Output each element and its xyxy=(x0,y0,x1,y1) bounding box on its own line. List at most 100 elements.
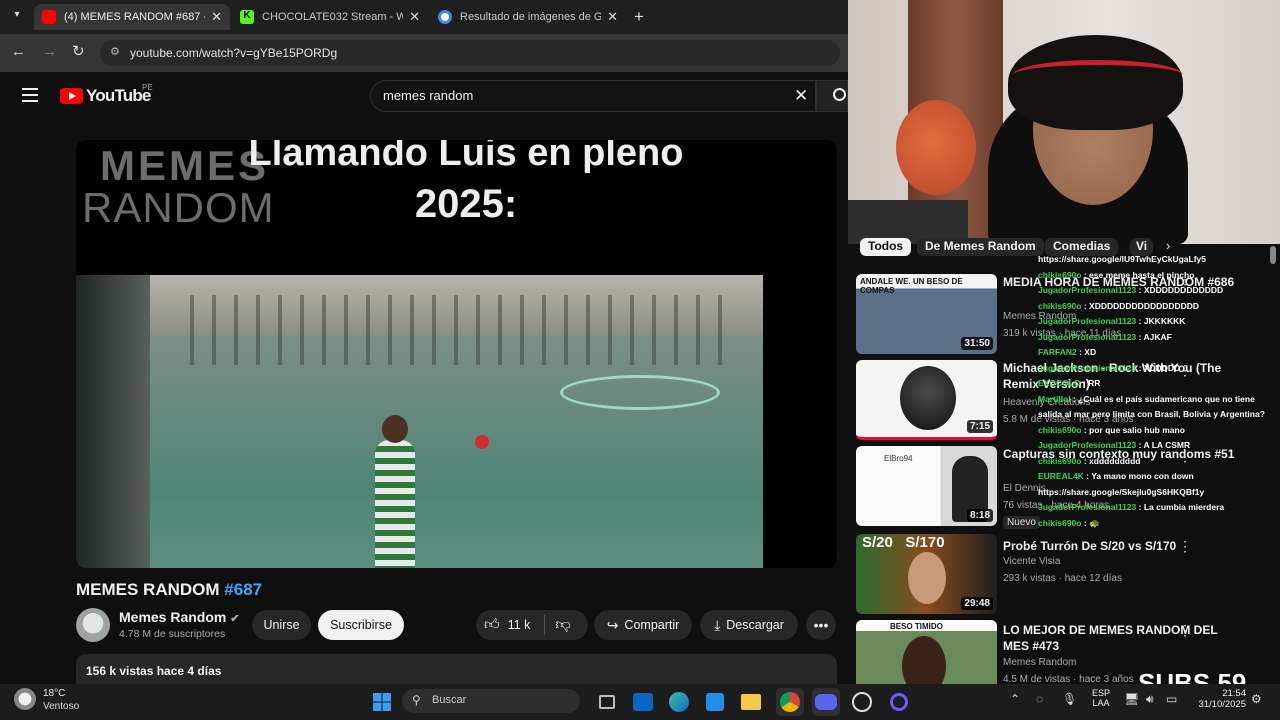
share-button[interactable]: ↪ Compartir xyxy=(594,610,692,640)
cortana-icon[interactable] xyxy=(885,688,913,716)
chat-message: chikis690o : xddddddddd xyxy=(1038,454,1274,470)
verified-check-icon: ✔ xyxy=(230,613,240,625)
related-thumbnail[interactable]: ElBro94 8:18 xyxy=(856,446,997,526)
tray-app-icon[interactable]: ◌ xyxy=(1036,692,1043,706)
reload-icon[interactable]: ↻ xyxy=(72,42,85,60)
video-title-hashtag[interactable]: #687 xyxy=(224,580,262,599)
related-thumbnail[interactable]: S/20 S/170 29:48 xyxy=(856,534,997,614)
chip-channel[interactable]: De Memes Random xyxy=(917,238,1044,256)
obs-icon[interactable] xyxy=(848,688,876,716)
join-button[interactable]: Unirse xyxy=(252,610,311,640)
browser-tab-kick[interactable]: K CHOCOLATE032 Stream - Watc ✕ xyxy=(232,4,428,30)
chat-text: : XDDDDDDDDDDDDDDDDD xyxy=(1081,300,1200,311)
chat-text: : por que salio hub mano xyxy=(1081,424,1185,435)
back-arrow-icon[interactable]: ← xyxy=(11,43,26,60)
youtube-logo-icon[interactable] xyxy=(60,88,83,104)
video-player[interactable]: MEMES RANDOM Llamando Luis en pleno 2025… xyxy=(76,140,837,568)
video-frame xyxy=(150,275,763,568)
store-icon[interactable] xyxy=(701,688,729,716)
like-icon[interactable]: 👍︎ xyxy=(484,616,500,634)
related-title[interactable]: LO MEJOR DE MEMES RANDOM DEL MES #473 xyxy=(1003,622,1243,654)
related-video-4[interactable]: S/20 S/170 29:48 Probé Turrón De S/20 vs… xyxy=(856,534,1276,614)
tab-list-chevron-icon[interactable]: ▾ xyxy=(8,9,26,25)
search-icon xyxy=(833,88,846,101)
address-bar[interactable]: ⚙ youtube.com/watch?v=gYBe15PORDg xyxy=(100,40,840,66)
chat-message: https://share.google/Skejlu0gS6HKQBf1y xyxy=(1038,485,1274,501)
new-tab-plus-icon[interactable]: + xyxy=(634,7,644,27)
chat-message: chikis690o : 🐢 xyxy=(1038,516,1274,532)
close-tab-icon[interactable]: ✕ xyxy=(211,9,222,25)
tray-chevron-icon[interactable]: ⌃ xyxy=(1010,692,1020,706)
notifications-icon[interactable]: ⚙ xyxy=(1251,692,1262,706)
discord-icon[interactable] xyxy=(812,688,840,716)
language-indicator[interactable]: ESP LAA xyxy=(1092,688,1110,708)
video-duration: 31:50 xyxy=(961,337,993,350)
chat-username: MartilloI xyxy=(1038,393,1071,404)
task-view-icon[interactable] xyxy=(593,688,621,716)
youtube-logo-text[interactable]: YouTube xyxy=(86,86,151,106)
related-title[interactable]: Probé Turrón De S/20 vs S/170 xyxy=(1003,538,1243,554)
description-box[interactable]: 156 k vistas hace 4 días xyxy=(76,654,837,684)
taskbar-search-label: Buscar xyxy=(432,694,467,706)
chat-text: : JKKKKKK xyxy=(1136,316,1186,326)
dislike-icon[interactable]: 👎︎ xyxy=(555,616,570,634)
channel-name[interactable]: Memes Random ✔ xyxy=(119,609,239,625)
channel-avatar[interactable] xyxy=(76,608,110,642)
taskbar-search[interactable]: ⚲ Buscar xyxy=(402,689,580,713)
close-tab-icon[interactable]: ✕ xyxy=(409,9,420,25)
edge-icon[interactable] xyxy=(665,688,693,716)
chrome-icon[interactable] xyxy=(776,688,804,716)
chips-next-chevron-icon[interactable]: › xyxy=(1166,238,1170,253)
site-info-icon[interactable]: ⚙ xyxy=(110,45,120,58)
related-thumbnail[interactable]: ANDALE WE. UN BESO DE COMPAS 31:50 xyxy=(856,274,997,354)
weather-icon[interactable] xyxy=(14,688,36,710)
outlook-icon[interactable] xyxy=(629,688,657,716)
network-icon[interactable]: 🖥︎ xyxy=(1124,692,1139,706)
related-channel[interactable]: Vicente Visia xyxy=(1003,556,1060,567)
chat-message: https://share.google/lU9TwhEyCkUgaLfy5 xyxy=(1038,252,1274,268)
browser-tab-youtube[interactable]: (4) MEMES RANDOM #687 - Yo ✕ xyxy=(34,4,230,30)
search-input[interactable]: memes random xyxy=(370,80,816,112)
file-explorer-icon[interactable] xyxy=(737,688,765,716)
subscribe-button[interactable]: Suscribirse xyxy=(318,610,404,640)
volume-icon[interactable]: 🔊︎ xyxy=(1146,692,1154,707)
chat-message: MartilloI : ¿Cuál es el país sudamerican… xyxy=(1038,392,1274,423)
chat-text: : La cumbia mierdera xyxy=(1136,502,1225,512)
battery-icon[interactable]: ▭ xyxy=(1166,692,1177,706)
search-button[interactable] xyxy=(816,80,848,112)
chat-message: JugadorProfesional1123 : XDDDDDDDDDDDD xyxy=(1038,283,1274,299)
chip-all[interactable]: Todos xyxy=(860,238,912,256)
language-code: ESP xyxy=(1092,688,1111,698)
close-tab-icon[interactable]: ✕ xyxy=(607,9,618,25)
related-channel[interactable]: Memes Random xyxy=(1003,657,1076,668)
more-options-icon[interactable]: ⋮ xyxy=(1178,622,1192,639)
start-windows-icon[interactable] xyxy=(368,688,396,716)
chat-text: : xddddddddd xyxy=(1081,455,1141,466)
related-meta: 293 k vistas · hace 12 días xyxy=(1003,573,1122,584)
microphone-icon[interactable]: 🎙︎ xyxy=(1062,692,1077,706)
webcam-overlay xyxy=(848,0,1280,244)
clock[interactable]: 21:54 31/10/2025 xyxy=(1190,688,1246,710)
related-thumbnail[interactable]: BESO TIMIDO xyxy=(856,620,997,684)
more-actions-icon[interactable]: ••• xyxy=(806,610,836,640)
chat-text: : XDDDDDDDDDDDD xyxy=(1136,285,1224,295)
browser-tab-google[interactable]: Resultado de imágenes de Goo ✕ xyxy=(430,4,626,30)
more-options-icon[interactable]: ⋮ xyxy=(1178,538,1192,555)
chat-text: : RR xyxy=(1080,378,1101,388)
share-icon: ↪ xyxy=(606,616,619,633)
chat-message: JugadorProfesional1123 : JKKKKKK xyxy=(1038,314,1274,330)
clear-search-icon[interactable]: ✕ xyxy=(794,86,808,106)
related-thumbnail[interactable]: 7:15 xyxy=(856,360,997,440)
tab-title: (4) MEMES RANDOM #687 - Yo xyxy=(64,11,205,23)
chat-username: JugadorProfesional1123 xyxy=(1038,331,1137,342)
forward-arrow-icon[interactable]: → xyxy=(42,43,57,60)
chat-message: chikis690o : ese meme hasta el pincho xyxy=(1038,268,1274,284)
chat-text: : XDDDDD xyxy=(1136,362,1181,373)
download-label: Descargar xyxy=(726,618,784,632)
download-button[interactable]: ⤓ Descargar xyxy=(700,610,798,640)
like-count[interactable]: 11 k xyxy=(508,618,531,632)
menu-icon[interactable] xyxy=(22,88,38,102)
keyboard-layout: LAA xyxy=(1092,698,1110,708)
chat-text: https://share.google/Skejlu0gS6HKQBf1y xyxy=(1038,486,1205,497)
thumbnail-text: S/20 S/170 xyxy=(862,534,945,551)
